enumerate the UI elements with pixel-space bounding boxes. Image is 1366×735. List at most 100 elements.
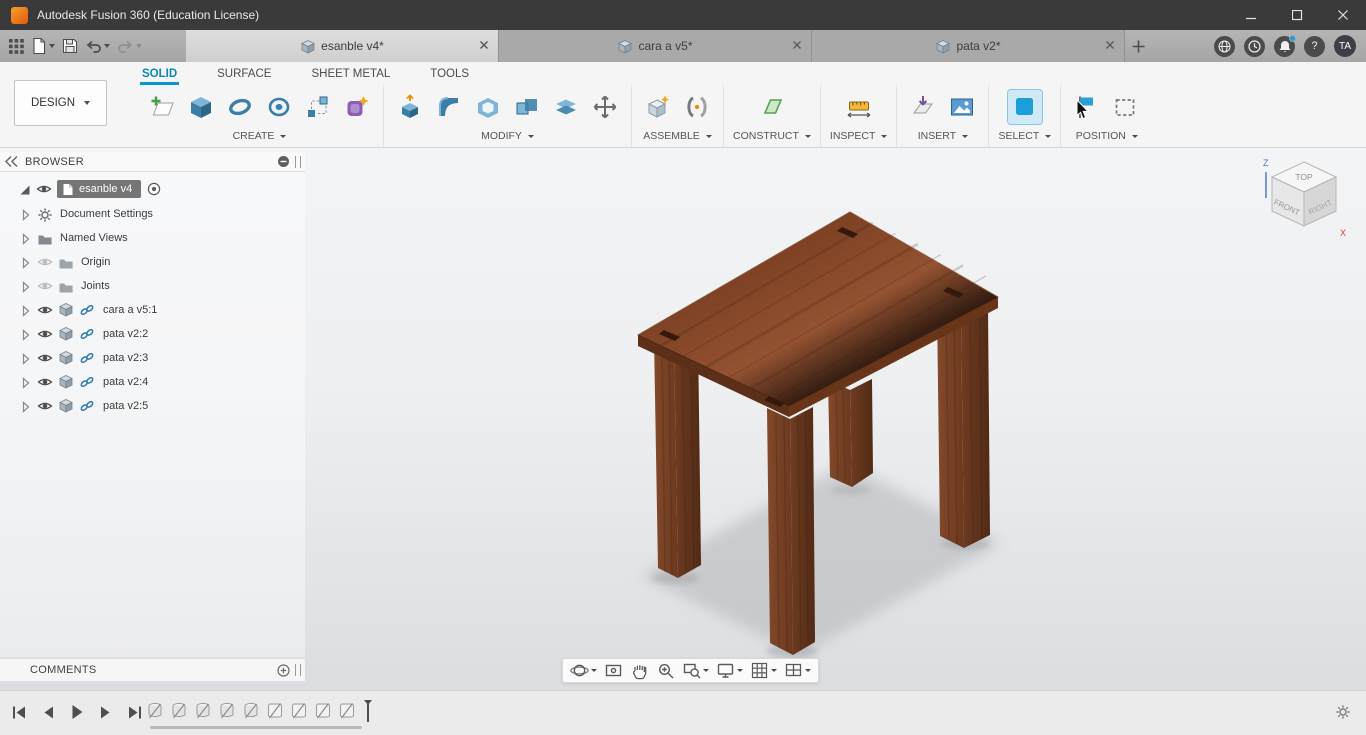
timeline-feature-icon[interactable] xyxy=(290,700,308,722)
add-comment-icon[interactable] xyxy=(277,663,290,677)
document-tab-esanble[interactable]: esanble v4* xyxy=(186,30,499,62)
browser-item-document-settings[interactable]: Document Settings xyxy=(0,202,305,226)
browser-item-component-cara[interactable]: cara a v5:1 xyxy=(0,298,305,322)
orbit-button[interactable] xyxy=(568,660,599,681)
expand-arrow-icon[interactable] xyxy=(18,351,32,365)
expand-arrow-icon[interactable] xyxy=(18,255,32,269)
viewports-button[interactable] xyxy=(782,660,813,681)
construct-plane-button[interactable] xyxy=(755,90,789,124)
combine-button[interactable] xyxy=(510,90,544,124)
clock-history-icon[interactable] xyxy=(1244,35,1265,57)
display-settings-button[interactable] xyxy=(714,660,745,681)
timeline-feature-icon[interactable] xyxy=(266,700,284,722)
browser-header[interactable]: BROWSER xyxy=(0,152,305,172)
undo-button[interactable] xyxy=(82,34,113,58)
minimize-button[interactable] xyxy=(1228,0,1274,30)
shell-button[interactable] xyxy=(471,90,505,124)
measure-button[interactable] xyxy=(842,90,876,124)
go-to-start-button[interactable] xyxy=(10,703,28,721)
timeline-feature-icon[interactable] xyxy=(338,700,356,722)
collapse-panel-icon[interactable] xyxy=(4,155,19,168)
browser-item-origin[interactable]: Origin xyxy=(0,250,305,274)
new-component-button[interactable] xyxy=(641,90,675,124)
timeline-feature-icon[interactable] xyxy=(170,700,188,722)
pan-button[interactable] xyxy=(628,660,651,681)
root-expand-icon[interactable] xyxy=(18,183,31,196)
revolve-torus-button[interactable] xyxy=(223,90,257,124)
joint-button[interactable] xyxy=(680,90,714,124)
browser-root-item[interactable]: esanble v4 xyxy=(0,176,305,202)
visibility-eye-icon[interactable] xyxy=(37,326,53,342)
timeline-feature-icon[interactable] xyxy=(218,700,236,722)
view-cube[interactable]: Z TOP FRONT RIGHT X xyxy=(1256,154,1352,246)
browser-item-label[interactable]: cara a v5:1 xyxy=(100,303,160,317)
close-tab-icon[interactable] xyxy=(479,39,489,53)
position-menu[interactable]: POSITION xyxy=(1076,130,1138,142)
browser-item-component-pata5[interactable]: pata v2:5 xyxy=(0,394,305,418)
job-status-icon[interactable] xyxy=(1214,35,1235,57)
expand-arrow-icon[interactable] xyxy=(18,327,32,341)
browser-item-component-pata2[interactable]: pata v2:2 xyxy=(0,322,305,346)
select-menu[interactable]: SELECT xyxy=(998,130,1052,142)
browser-item-label[interactable]: pata v2:5 xyxy=(100,399,151,413)
assemble-menu[interactable]: ASSEMBLE xyxy=(643,130,712,142)
press-pull-button[interactable] xyxy=(393,90,427,124)
capture-position-button[interactable] xyxy=(1070,90,1104,124)
timeline-track[interactable] xyxy=(146,699,374,723)
primitive-box-button[interactable] xyxy=(184,90,218,124)
visibility-eye-icon[interactable] xyxy=(37,398,53,414)
viewcube-top-label[interactable]: TOP xyxy=(1295,172,1313,182)
browser-item-label[interactable]: pata v2:3 xyxy=(100,351,151,365)
active-component-pill[interactable]: esanble v4 xyxy=(57,180,142,198)
save-button[interactable] xyxy=(59,34,81,58)
workspace-selector[interactable]: DESIGN xyxy=(14,80,107,126)
panel-drag-grip[interactable] xyxy=(295,155,301,168)
visibility-eye-icon[interactable] xyxy=(37,302,53,318)
browser-item-label[interactable]: Named Views xyxy=(57,231,131,245)
visibility-eye-off-icon[interactable] xyxy=(37,278,53,294)
timeline-scrollbar[interactable] xyxy=(150,726,362,729)
insert-menu[interactable]: INSERT xyxy=(918,130,969,142)
file-menu-button[interactable] xyxy=(28,34,58,58)
new-tab-button[interactable] xyxy=(1125,30,1151,62)
app-grid-icon[interactable] xyxy=(6,34,27,58)
construct-menu[interactable]: CONSTRUCT xyxy=(733,130,811,142)
close-tab-icon[interactable] xyxy=(1105,39,1115,53)
grid-settings-button[interactable] xyxy=(748,660,779,681)
document-tab-cara[interactable]: cara a v5* xyxy=(499,30,812,62)
cylinder-button[interactable] xyxy=(262,90,296,124)
maximize-button[interactable] xyxy=(1274,0,1320,30)
browser-item-label[interactable]: Origin xyxy=(78,255,113,269)
timeline-settings-button[interactable] xyxy=(1335,704,1352,726)
user-avatar[interactable]: TA xyxy=(1334,35,1356,57)
close-tab-icon[interactable] xyxy=(792,39,802,53)
notification-bell-icon[interactable] xyxy=(1274,34,1296,57)
zoom-button[interactable] xyxy=(654,660,677,681)
browser-item-label[interactable]: pata v2:4 xyxy=(100,375,151,389)
browser-item-label[interactable]: Joints xyxy=(78,279,113,293)
split-body-button[interactable] xyxy=(549,90,583,124)
timeline-feature-icon[interactable] xyxy=(146,700,164,722)
visibility-eye-icon[interactable] xyxy=(36,181,52,197)
fillet-button[interactable] xyxy=(432,90,466,124)
ribbon-tab-tools[interactable]: TOOLS xyxy=(428,65,471,85)
panel-options-icon[interactable] xyxy=(277,155,290,168)
create-sketch-button[interactable] xyxy=(145,90,179,124)
help-icon[interactable]: ? xyxy=(1304,35,1325,57)
browser-item-component-pata4[interactable]: pata v2:4 xyxy=(0,370,305,394)
browser-item-named-views[interactable]: Named Views xyxy=(0,226,305,250)
ribbon-tab-surface[interactable]: SURFACE xyxy=(215,65,273,85)
expand-arrow-icon[interactable] xyxy=(18,399,32,413)
create-form-button[interactable] xyxy=(340,90,374,124)
expand-arrow-icon[interactable] xyxy=(18,303,32,317)
ribbon-tab-solid[interactable]: SOLID xyxy=(140,65,180,85)
timeline-feature-icon[interactable] xyxy=(194,700,212,722)
look-at-button[interactable] xyxy=(602,660,625,681)
document-tab-pata[interactable]: pata v2* xyxy=(812,30,1125,62)
expand-arrow-icon[interactable] xyxy=(18,375,32,389)
visibility-eye-icon[interactable] xyxy=(37,350,53,366)
insert-derive-button[interactable] xyxy=(906,90,940,124)
activate-component-icon[interactable] xyxy=(146,181,162,197)
zoom-window-button[interactable] xyxy=(680,660,711,681)
step-forward-button[interactable] xyxy=(97,703,115,721)
